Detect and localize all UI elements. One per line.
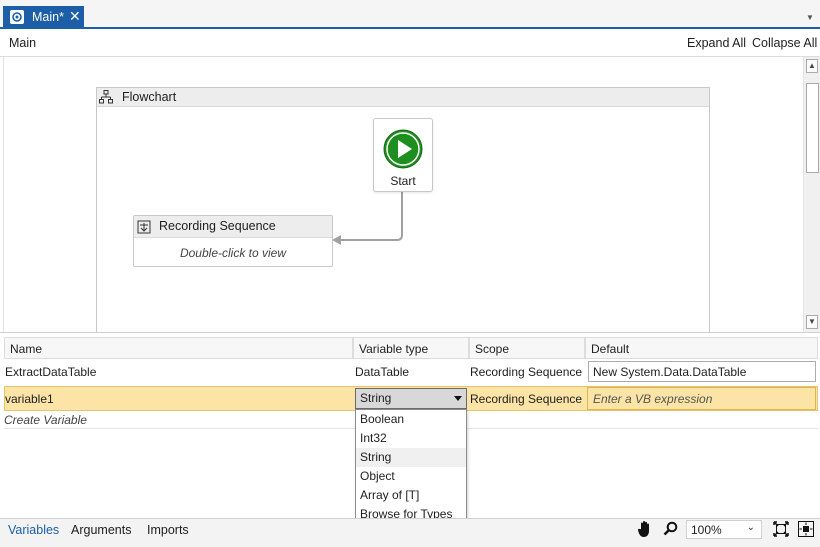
variable-default-field[interactable]: New System.Data.DataTable bbox=[588, 361, 816, 382]
dropdown-option-int32[interactable]: Int32 bbox=[356, 429, 466, 448]
flowchart-title: Flowchart bbox=[122, 90, 177, 104]
double-click-hint: Double-click to view bbox=[179, 246, 287, 260]
dropdown-option-boolean[interactable]: Boolean bbox=[356, 410, 466, 429]
tab-imports[interactable]: Imports bbox=[147, 523, 189, 537]
scroll-down-icon[interactable]: ▼ bbox=[806, 315, 818, 329]
variable-type-select[interactable]: String bbox=[355, 388, 467, 409]
dropdown-option-array[interactable]: Array of [T] bbox=[356, 486, 466, 505]
variable-scope-cell[interactable]: Recording Sequence bbox=[465, 387, 587, 411]
tab-variables[interactable]: Variables bbox=[8, 523, 59, 537]
tab-arguments[interactable]: Arguments bbox=[71, 523, 131, 537]
chevron-down-icon: ⌄ bbox=[746, 522, 755, 533]
document-tab-strip bbox=[0, 0, 820, 29]
variable-default-field[interactable]: Enter a VB expression bbox=[587, 387, 816, 410]
tab-main[interactable]: Main* ✕ bbox=[3, 6, 84, 28]
variable-type-cell[interactable]: DataTable bbox=[350, 360, 414, 384]
zoom-level-value: 100% bbox=[691, 523, 722, 537]
column-header-name[interactable]: Name bbox=[4, 337, 353, 359]
create-variable-link[interactable]: Create Variable bbox=[4, 413, 87, 427]
play-icon bbox=[383, 129, 423, 169]
variable-name-cell[interactable]: ExtractDataTable bbox=[0, 360, 101, 384]
scroll-up-icon[interactable]: ▲ bbox=[806, 59, 818, 73]
breadcrumb[interactable]: Main bbox=[9, 36, 36, 50]
chevron-down-icon bbox=[454, 396, 462, 401]
column-header-default[interactable]: Default bbox=[585, 337, 818, 359]
tab-label: Main* bbox=[32, 10, 64, 24]
canvas-vertical-scrollbar[interactable]: ▲ ▼ bbox=[803, 57, 820, 332]
start-label: Start bbox=[390, 174, 416, 188]
hand-icon[interactable] bbox=[637, 520, 653, 538]
column-header-variable-type[interactable]: Variable type bbox=[353, 337, 469, 359]
variable-scope-cell[interactable]: Recording Sequence bbox=[465, 360, 587, 384]
column-header-scope[interactable]: Scope bbox=[469, 337, 585, 359]
tab-overflow-chevron-icon[interactable]: ▼ bbox=[806, 13, 816, 23]
flowchart-icon bbox=[99, 90, 113, 104]
workflow-icon bbox=[10, 10, 24, 24]
sequence-icon bbox=[136, 219, 152, 235]
scroll-thumb[interactable] bbox=[806, 83, 819, 173]
expand-all-link[interactable]: Expand All bbox=[687, 36, 746, 50]
variable-name-cell[interactable]: variable1 bbox=[0, 387, 59, 411]
dropdown-option-object[interactable]: Object bbox=[356, 467, 466, 486]
collapse-all-link[interactable]: Collapse All bbox=[752, 36, 817, 50]
zoom-level-select[interactable]: 100% ⌄ bbox=[686, 520, 762, 539]
fit-to-screen-icon[interactable] bbox=[773, 521, 789, 537]
flowchart-header[interactable] bbox=[97, 88, 709, 107]
variable-type-select-value: String bbox=[360, 391, 392, 405]
dropdown-option-string[interactable]: String bbox=[356, 448, 466, 467]
magnifier-icon[interactable] bbox=[663, 521, 678, 536]
close-icon[interactable]: ✕ bbox=[69, 8, 81, 24]
recording-sequence-title: Recording Sequence bbox=[159, 219, 276, 233]
overview-icon[interactable] bbox=[798, 521, 814, 537]
